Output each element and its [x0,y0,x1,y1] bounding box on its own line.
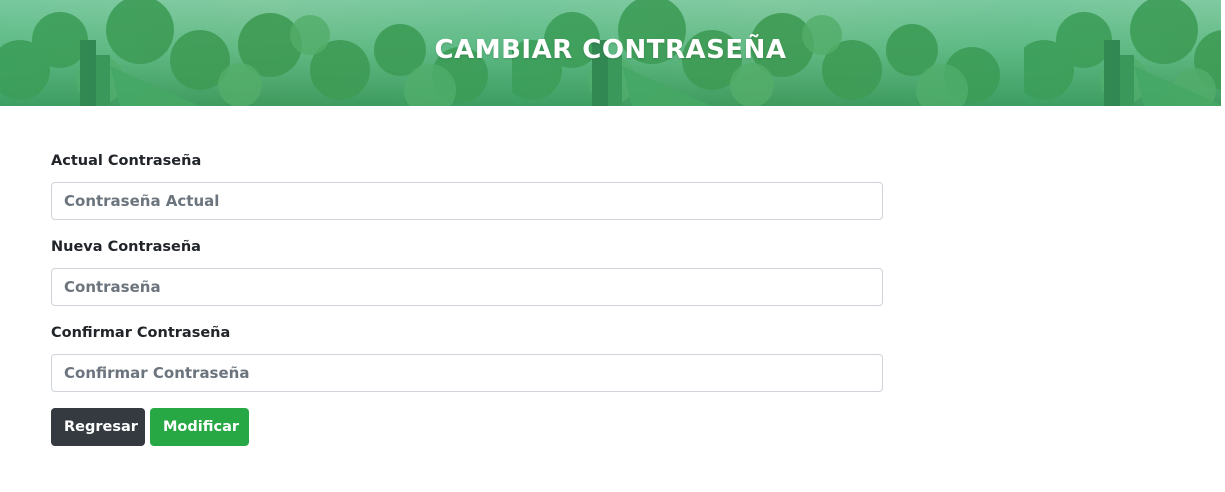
modify-button[interactable]: Modificar [150,408,249,446]
new-password-group: Nueva Contraseña [51,236,883,322]
new-password-label: Nueva Contraseña [51,239,201,255]
new-password-input[interactable] [51,268,883,306]
confirm-password-input[interactable] [51,354,883,392]
page-title: CAMBIAR CONTRASEÑA [434,35,787,65]
confirm-password-group: Confirmar Contraseña [51,322,883,408]
change-password-form: Actual Contraseña Nueva Contraseña Confi… [51,150,883,408]
current-password-input[interactable] [51,182,883,220]
back-button[interactable]: Regresar [51,408,145,446]
current-password-group: Actual Contraseña [51,150,883,236]
current-password-label: Actual Contraseña [51,153,202,169]
form-actions: Regresar Modificar [51,408,249,446]
confirm-password-label: Confirmar Contraseña [51,325,231,341]
